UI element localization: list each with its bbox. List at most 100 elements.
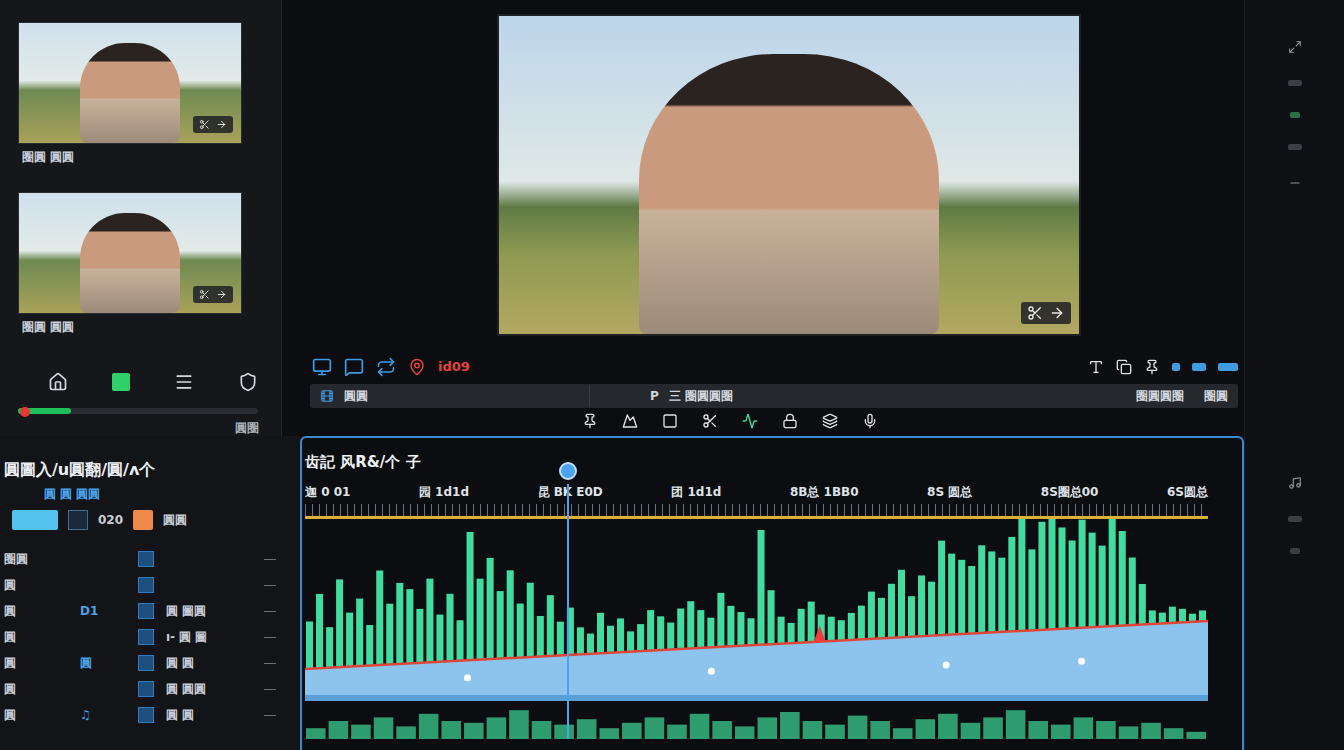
clip-header-bar: 圓圓P三 圈圓圓圈圈圓圓圈圈圓 — [310, 384, 1238, 408]
scissors-icon[interactable] — [199, 119, 210, 130]
chat-icon[interactable] — [344, 357, 364, 377]
media-bin: 圈圓 圓圓圈圓 圓圓圓圈 — [0, 0, 282, 436]
track-row[interactable]: 圓♫圓 圓 — [4, 702, 290, 728]
text-icon[interactable] — [1088, 359, 1104, 375]
wave-icon[interactable] — [742, 413, 758, 429]
keyframe-dot[interactable] — [1078, 658, 1085, 665]
keyframe-dot[interactable] — [943, 661, 950, 668]
toggle-box[interactable] — [68, 510, 88, 530]
media-thumbnail[interactable]: 圈圓 圓圓 — [18, 192, 281, 340]
blue-mark-icon[interactable] — [1172, 363, 1180, 371]
pin-tool-icon[interactable] — [1144, 359, 1160, 375]
video-editor: 圈圓 圓圓圈圓 圓圓圓圈id09圓圓P三 圈圓圓圈圈圓圓圈圈圓圓圖入/u圓翻/圓… — [0, 0, 1344, 750]
waveform-bar — [1008, 537, 1015, 632]
track-toggle[interactable] — [138, 707, 154, 723]
waveform-bar — [607, 626, 614, 653]
waveform-bar — [617, 618, 624, 652]
pin-icon[interactable] — [408, 358, 426, 376]
blue-mark-icon[interactable] — [1218, 363, 1238, 371]
waveform-bar — [1079, 520, 1086, 628]
track-row[interactable]: 圓ı- 圓 圖 — [4, 624, 290, 650]
repeat-icon[interactable] — [376, 357, 396, 377]
track-row[interactable]: 圈圓 — [4, 546, 290, 572]
waveform-bar — [737, 612, 744, 646]
monitor-icon[interactable] — [312, 357, 332, 377]
lower-waveform-bar — [938, 714, 958, 739]
track-toggle[interactable] — [138, 603, 154, 619]
track-dash — [264, 585, 276, 586]
waveform-bar — [406, 589, 413, 663]
pin-icon[interactable] — [582, 413, 598, 429]
lower-waveform-bar — [1141, 723, 1161, 739]
playhead-knob[interactable] — [559, 462, 577, 480]
waveform-bar — [597, 613, 604, 654]
film-icon[interactable] — [320, 389, 334, 403]
media-thumbnail[interactable]: 圈圓 圓圓 — [18, 22, 281, 170]
waveform-bar — [577, 627, 584, 654]
waveform-bar — [1089, 533, 1096, 627]
mic-icon[interactable] — [862, 413, 878, 429]
audio-timeline-canvas[interactable] — [305, 519, 1208, 739]
lower-waveform-bar — [441, 721, 461, 739]
preview-tools[interactable] — [1021, 302, 1071, 324]
waveform-bar — [306, 621, 313, 668]
lower-waveform-bar — [1006, 710, 1026, 739]
scissors-icon[interactable] — [1027, 305, 1043, 321]
ruler-label: 8S 圆总 — [927, 484, 972, 500]
mountain-icon[interactable] — [622, 413, 638, 429]
copy-icon[interactable] — [1116, 359, 1132, 375]
arrow-icon[interactable] — [216, 119, 227, 130]
track-row[interactable]: 圓圓圓 圓 — [4, 650, 290, 676]
clip-tools[interactable] — [193, 116, 233, 133]
marker-icon[interactable] — [814, 626, 826, 642]
arrow-icon[interactable] — [216, 289, 227, 300]
rectangle-icon[interactable] — [662, 413, 678, 429]
track-row[interactable]: 圓 — [4, 572, 290, 598]
expand-icon[interactable] — [1288, 40, 1302, 54]
strip-mark-icon[interactable] — [1290, 112, 1300, 118]
home-icon[interactable] — [48, 372, 68, 392]
track-row[interactable]: 圓圓 圓圓 — [4, 676, 290, 702]
lower-waveform-bar — [983, 717, 1003, 739]
video-preview[interactable] — [497, 14, 1081, 336]
track-toggle[interactable] — [138, 655, 154, 671]
track-toggle[interactable] — [138, 681, 154, 697]
playhead[interactable] — [567, 484, 569, 739]
track-row[interactable]: 圓D1圓 圖圓 — [4, 598, 290, 624]
volume-band[interactable] — [305, 621, 1208, 695]
track-toggle[interactable] — [138, 551, 154, 567]
scissors-icon[interactable] — [702, 413, 718, 429]
waveform-bar — [968, 566, 975, 634]
waveform-bar — [798, 609, 805, 643]
waveform-bar — [918, 575, 925, 636]
lock-icon[interactable] — [782, 413, 798, 429]
header-marker[interactable]: P — [600, 388, 659, 404]
track-toggle[interactable] — [138, 577, 154, 593]
track-panel-buttons[interactable]: 圓 圓 圓圓 — [4, 480, 290, 502]
green-square-icon[interactable] — [112, 373, 130, 391]
clip-tools[interactable] — [193, 286, 233, 303]
blue-mark-icon[interactable] — [1192, 363, 1206, 371]
keyframe-dot[interactable] — [464, 674, 471, 681]
strip-mark-icon[interactable] — [1288, 144, 1302, 150]
minus-icon[interactable] — [1288, 176, 1302, 190]
volume-line[interactable] — [305, 621, 1208, 669]
lower-waveform-bar — [599, 728, 619, 739]
music-icon[interactable] — [1288, 476, 1302, 490]
track-dash — [264, 611, 276, 612]
shield-icon[interactable] — [238, 372, 258, 392]
waveform-bar — [828, 617, 835, 641]
strip-mark-icon[interactable] — [1288, 80, 1302, 86]
layers-icon[interactable] — [822, 413, 838, 429]
menu-icon[interactable] — [174, 372, 194, 392]
strip-mark-icon[interactable] — [1290, 548, 1300, 554]
strip-mark-icon[interactable] — [1288, 516, 1302, 522]
track-toggle[interactable] — [138, 629, 154, 645]
track-tag: D1 — [80, 604, 138, 618]
arrow-icon[interactable] — [1049, 305, 1065, 321]
orange-button[interactable] — [133, 510, 153, 530]
keyframe-dot[interactable] — [708, 668, 715, 675]
scissors-icon[interactable] — [199, 289, 210, 300]
cyan-button[interactable] — [12, 510, 58, 530]
track-panel: 圓圖入/u圓翻/圓/ʌ个圓 圓 圓圓020圓圓圈圓圓圓D1圓 圖圓圓ı- 圓 圖… — [0, 436, 300, 750]
